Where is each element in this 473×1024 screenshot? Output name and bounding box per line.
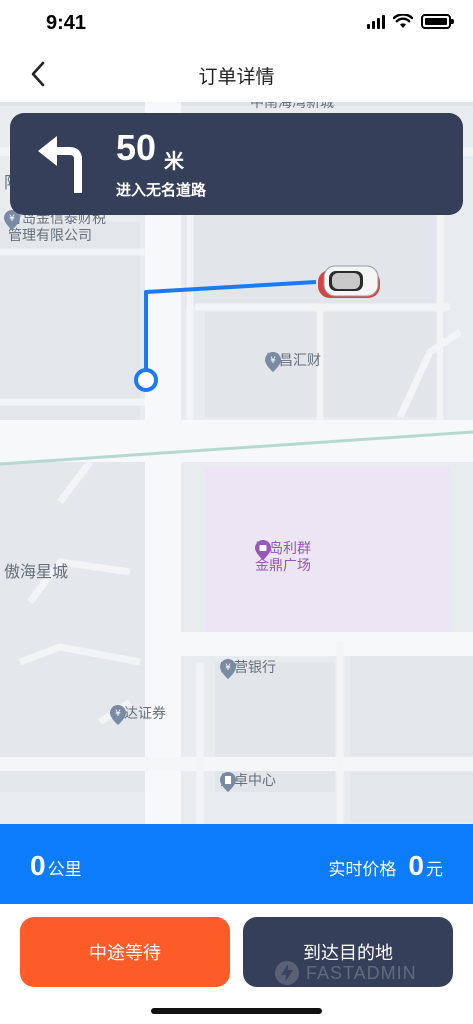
status-icons [367,14,454,29]
battery-icon [421,14,454,29]
wait-button[interactable]: 中途等待 [20,917,230,987]
realtime-price: 实时价格 0 元 [328,850,443,882]
navigation-card: 50 米 进入无名道路 [10,113,463,215]
wifi-icon [393,14,413,28]
price-value: 0 [408,850,424,881]
price-label: 实时价格 [328,860,397,879]
car-icon [318,265,380,298]
finance-pin-icon: ¥ [110,705,126,725]
signal-icon [367,14,385,29]
trip-info-bar: 0 公里 实时价格 0 元 [0,824,473,904]
route-start-marker [134,368,158,392]
svg-text:¥: ¥ [225,663,231,673]
distance-to-turn: 50 [116,127,157,168]
action-area: 中途等待 到达目的地 FASTADMIN [0,904,473,1024]
home-indicator[interactable] [151,1008,322,1014]
map-label-top: 中南海湾新城 [250,102,334,110]
poi-xinda[interactable]: ¥ 信达证券 [110,705,166,725]
road-instruction: 进入无名道路 [116,182,207,199]
status-time: 9:41 [46,12,87,34]
bank-pin-icon: ¥ [220,659,236,679]
svg-text:¥: ¥ [270,356,276,366]
poi-jinxintai[interactable]: ¥ 青岛金信泰财税 管理有限公司 [4,210,106,244]
status-bar: 9:41 [0,0,473,46]
price-unit: 元 [426,860,443,879]
bolt-icon [275,961,299,985]
poi-dongying-bank[interactable]: ¥ 东营银行 [220,659,276,679]
poi-hengchang[interactable]: ¥ 恒昌汇财 [265,352,321,372]
turn-left-icon [38,136,82,193]
poi-liqun-mall[interactable]: 青岛利群 金鼎广场 [255,540,311,574]
shopping-pin-icon [255,540,271,560]
svg-text:¥: ¥ [9,214,15,224]
watermark: FASTADMIN [274,960,417,986]
finance-pin-icon: ¥ [265,352,281,372]
office-pin-icon [220,772,236,792]
trip-distance-unit: 公里 [47,860,82,879]
trip-distance: 0 公里 [30,850,82,882]
watermark-text: FASTADMIN [306,962,417,983]
poi-heizhuo[interactable]: 黑卓中心 [220,772,276,792]
distance-unit: 米 [164,151,184,173]
svg-text:¥: ¥ [115,709,121,719]
trip-distance-value: 0 [30,850,46,881]
nav-bar: 订单详情 [0,46,473,102]
map-label-aohai: 傲海星城 [4,564,69,581]
page-title: 订单详情 [198,67,275,88]
